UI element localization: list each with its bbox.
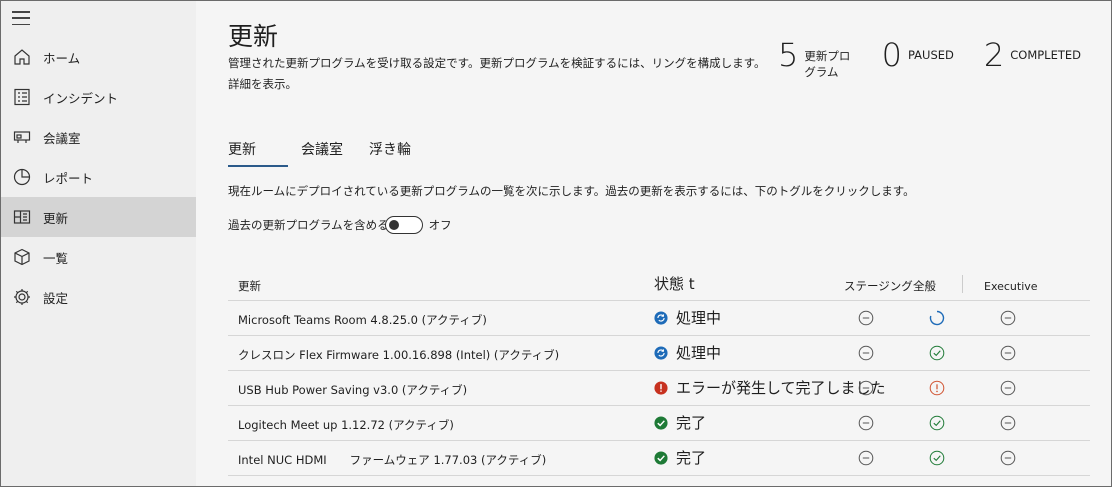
update-status: 完了 (654, 447, 706, 468)
sidebar-item-label: 設定 (43, 290, 69, 306)
column-header-staging[interactable]: ステージング (844, 278, 913, 294)
status-text: 処理中 (676, 309, 722, 327)
hamburger-menu-icon[interactable] (12, 11, 30, 25)
tab-bar: 更新 会議室 浮き輪 (228, 139, 437, 167)
sidebar-item-home[interactable]: ホーム (1, 37, 196, 77)
status-text: 処理中 (676, 344, 722, 362)
sidebar-item-label: 会議室 (43, 130, 81, 146)
executive-pending-circle-icon (1000, 345, 1016, 361)
update-name: クレスロン Flex Firmware 1.00.16.898 (Intel) … (238, 348, 560, 362)
past-updates-toggle[interactable] (384, 216, 423, 234)
checkmark-circle-icon (654, 415, 668, 430)
settings-gear-icon (11, 286, 33, 308)
report-pie-icon (11, 166, 33, 188)
executive-pending-circle-icon (1000, 415, 1016, 431)
tab-meeting-rooms[interactable]: 会議室 (301, 139, 343, 167)
sidebar-item-settings[interactable]: 設定 (1, 277, 196, 317)
list-description: 現在ルームにデプロイされている更新プログラムの一覧を次に示します。過去の更新を表… (228, 184, 915, 198)
sidebar: ホーム インシデント 会議室 レポート 更新 一覧 設定 (1, 1, 196, 486)
status-text: 完了 (676, 449, 707, 467)
page-title: 更新 (228, 22, 279, 51)
stat-label: PAUSED (907, 48, 954, 62)
update-name: USB Hub Power Saving v3.0 (アクティブ) (238, 383, 468, 397)
sidebar-item-incidents[interactable]: インシデント (1, 77, 196, 117)
stat-value: 2 (983, 36, 1005, 74)
staging-pending-circle-icon (858, 450, 874, 466)
sidebar-item-inventory[interactable]: 一覧 (1, 237, 196, 277)
stat-label: COMPLETED (1010, 48, 1081, 62)
app-window: ホーム インシデント 会議室 レポート 更新 一覧 設定 更新 管理された更新プ… (0, 0, 1112, 487)
sidebar-item-updates[interactable]: 更新 (1, 197, 196, 237)
tab-updates[interactable]: 更新 (228, 139, 288, 167)
table-row[interactable]: Microsoft Teams Room 4.8.25.0 (アクティブ) 処理… (228, 301, 1090, 336)
sidebar-item-label: インシデント (43, 90, 119, 106)
executive-pending-circle-icon (1000, 380, 1016, 396)
table-row[interactable]: クレスロン Flex Firmware 1.00.16.898 (Intel) … (228, 336, 1090, 371)
table-header: 更新 状態 t ステージング 全般 Executive (228, 267, 1090, 301)
stat-value: 5 (778, 36, 799, 74)
update-name: Microsoft Teams Room 4.8.25.0 (アクティブ) (238, 313, 487, 327)
sidebar-item-reports[interactable]: レポート (1, 157, 196, 197)
stat-completed: 2 COMPLETED (984, 37, 1081, 73)
meeting-room-icon (11, 126, 33, 148)
status-text: 完了 (676, 414, 707, 432)
updates-icon (11, 206, 33, 228)
column-header-update[interactable]: 更新 (238, 278, 261, 294)
toggle-label: 過去の更新プログラムを含める (228, 218, 389, 232)
processing-icon (654, 310, 668, 325)
column-divider (962, 275, 963, 293)
staging-pending-circle-icon (858, 345, 874, 361)
staging-pending-circle-icon (858, 415, 874, 431)
stat-updates: 5 更新プログラム (778, 37, 852, 80)
incident-list-icon (11, 86, 33, 108)
description-text: 管理された更新プログラムを受け取る設定です。更新プログラムを検証するには、リング… (228, 56, 766, 70)
tab-rings[interactable]: 浮き輪 (369, 139, 411, 167)
stat-label: 更新プログラム (804, 49, 851, 79)
stat-value: 0 (881, 36, 902, 74)
staging-pending-circle-icon (858, 310, 874, 326)
learn-more-link[interactable]: 詳細を表示。 (228, 74, 768, 95)
general-success-check-icon (929, 415, 945, 431)
error-icon (654, 380, 668, 395)
checkmark-circle-icon (654, 450, 668, 465)
column-header-executive[interactable]: Executive (984, 280, 1038, 293)
sidebar-item-label: ホーム (43, 50, 81, 66)
update-status: 処理中 (654, 307, 721, 328)
update-status: 処理中 (654, 342, 721, 363)
sidebar-item-label: レポート (43, 170, 94, 186)
past-updates-toggle-row: 過去の更新プログラムを含める オフ (228, 216, 452, 234)
main-content: 更新 管理された更新プログラムを受け取る設定です。更新プログラムを検証するには、… (196, 1, 1111, 486)
status-text: エラーが発生して完了しました (676, 379, 886, 397)
sidebar-item-label: 更新 (43, 210, 69, 226)
general-success-check-icon (929, 345, 945, 361)
table-row[interactable]: USB Hub Power Saving v3.0 (アクティブ) エラーが発生… (228, 371, 1090, 406)
update-status: エラーが発生して完了しました (654, 377, 886, 398)
home-icon (11, 46, 33, 68)
inventory-box-icon (11, 246, 33, 268)
sidebar-item-label: 一覧 (43, 250, 69, 266)
table-body: Microsoft Teams Room 4.8.25.0 (アクティブ) 処理… (228, 301, 1090, 476)
toggle-state: オフ (428, 218, 452, 232)
column-header-status[interactable]: 状態 t (654, 273, 695, 294)
executive-pending-circle-icon (1000, 450, 1016, 466)
update-name: Logitech Meet up 1.12.72 (アクティブ) (238, 418, 454, 432)
processing-icon (654, 345, 668, 360)
table-row[interactable]: Intel NUC HDMI ファームウェア 1.77.03 (アクティブ) 完… (228, 441, 1090, 476)
sidebar-item-meeting-rooms[interactable]: 会議室 (1, 117, 196, 157)
update-name: Intel NUC HDMI ファームウェア 1.77.03 (アクティブ) (238, 453, 547, 467)
column-header-general[interactable]: 全般 (913, 278, 936, 294)
staging-pending-circle-icon (858, 380, 874, 396)
executive-pending-circle-icon (1000, 310, 1016, 326)
sidebar-nav: ホーム インシデント 会議室 レポート 更新 一覧 設定 (1, 37, 196, 317)
general-success-check-icon (929, 450, 945, 466)
general-in-progress-spinner-icon (929, 310, 945, 326)
update-status: 完了 (654, 412, 706, 433)
general-error-alert-icon (929, 380, 945, 396)
stat-paused: 0 PAUSED (882, 37, 954, 73)
summary-stats: 5 更新プログラム 0 PAUSED 2 COMPLETED (778, 37, 1111, 80)
updates-table: 更新 状態 t ステージング 全般 Executive Microsoft Te… (228, 267, 1090, 476)
page-description: 管理された更新プログラムを受け取る設定です。更新プログラムを検証するには、リング… (228, 53, 768, 95)
table-row[interactable]: Logitech Meet up 1.12.72 (アクティブ) 完了 (228, 406, 1090, 441)
